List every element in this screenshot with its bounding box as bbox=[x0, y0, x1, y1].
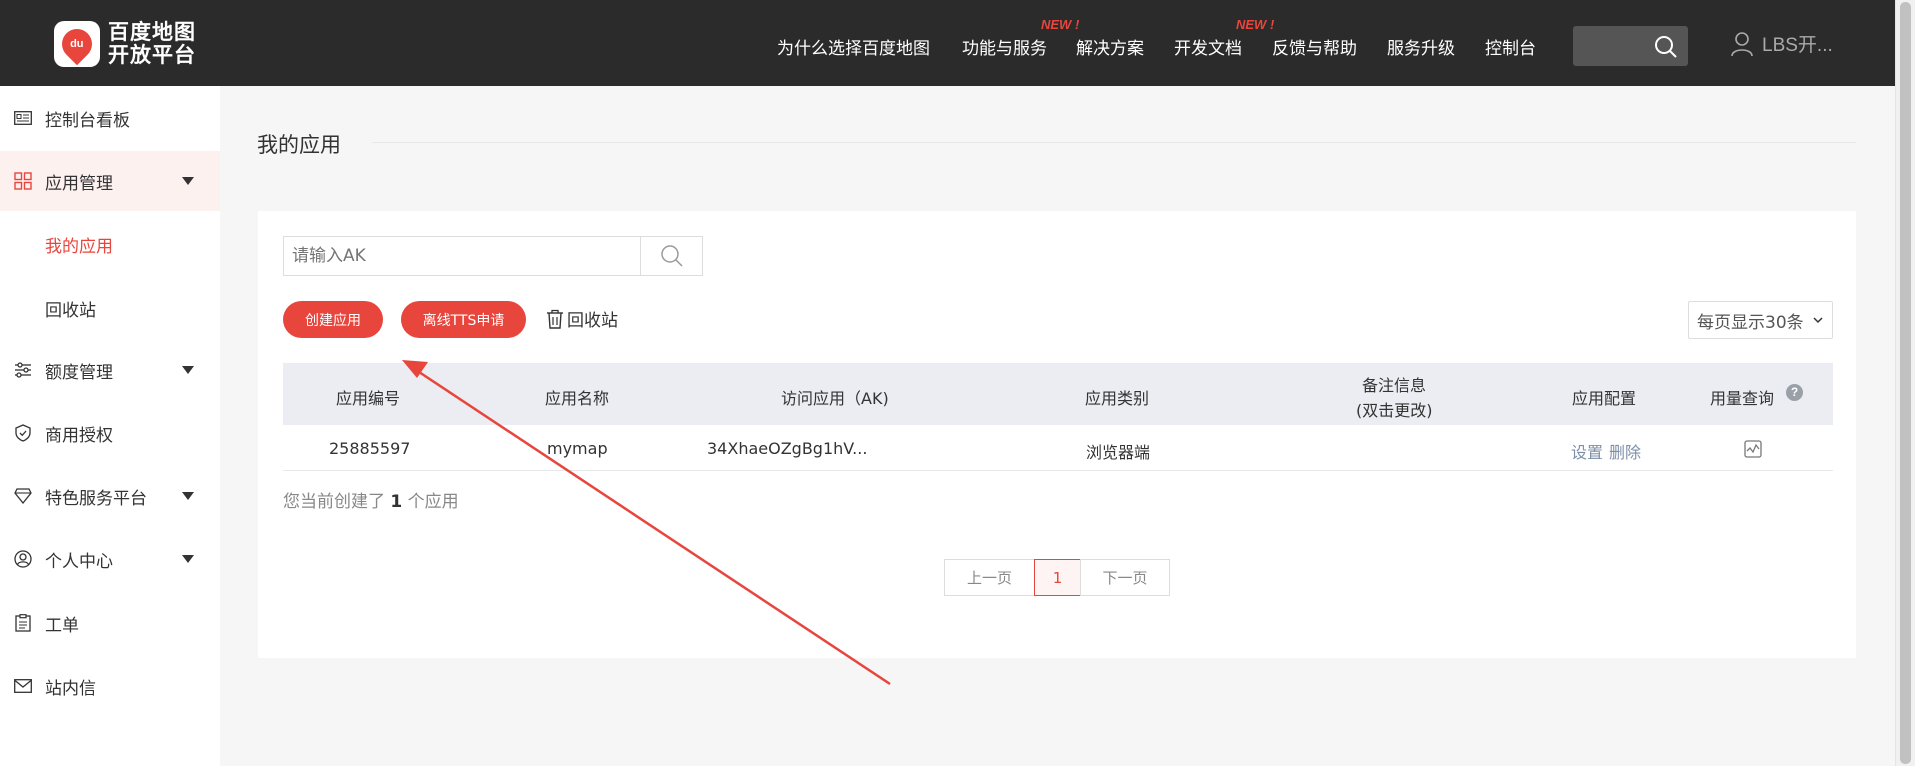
sliders-icon bbox=[14, 361, 32, 379]
nav-dev-docs[interactable]: 开发文档 bbox=[1174, 34, 1242, 59]
sidebar-item-label: 应用管理 bbox=[45, 173, 113, 194]
sidebar-item-featured-services[interactable]: 特色服务平台 bbox=[0, 466, 220, 526]
caret-down-icon bbox=[182, 366, 194, 374]
user-menu[interactable]: LBS开... bbox=[1730, 30, 1833, 57]
dashboard-card-icon bbox=[14, 109, 32, 127]
cell-app-name: mymap bbox=[547, 439, 608, 458]
sidebar-item-inbox[interactable]: 站内信 bbox=[0, 656, 220, 716]
app-settings-link[interactable]: 设置 bbox=[1571, 439, 1603, 463]
prev-page-button[interactable]: 上一页 bbox=[944, 559, 1035, 596]
nav-new-badge: NEW ! bbox=[1041, 17, 1080, 32]
usage-chart-icon[interactable] bbox=[1744, 440, 1762, 462]
recycle-bin-label: 回收站 bbox=[567, 311, 618, 331]
col-access-ak: 访问应用（AK) bbox=[781, 389, 889, 408]
next-page-button[interactable]: 下一页 bbox=[1080, 559, 1170, 596]
logo-line-2: 开放平台 bbox=[108, 43, 196, 67]
col-notes: 备注信息 bbox=[1362, 376, 1427, 395]
trash-icon bbox=[547, 309, 563, 329]
nav-console[interactable]: 控制台 bbox=[1485, 34, 1536, 59]
logo-pin-icon: du bbox=[54, 21, 100, 67]
diamond-icon bbox=[14, 487, 32, 505]
title-divider bbox=[372, 142, 1856, 143]
per-page-value: 每页显示30条 bbox=[1697, 312, 1804, 333]
offline-tts-apply-button[interactable]: 离线TTS申请 bbox=[401, 301, 526, 338]
ak-search-input[interactable] bbox=[283, 236, 641, 276]
nav-service-upgrade[interactable]: 服务升级 bbox=[1387, 34, 1455, 59]
sidebar-item-label: 额度管理 bbox=[45, 362, 113, 383]
sidebar-item-label: 商用授权 bbox=[45, 425, 113, 446]
sidebar-item-dashboard[interactable]: 控制台看板 bbox=[0, 88, 220, 148]
clipboard-icon bbox=[14, 614, 32, 632]
create-app-button[interactable]: 创建应用 bbox=[283, 301, 383, 338]
nav-why-baidu-map[interactable]: 为什么选择百度地图 bbox=[777, 34, 930, 59]
col-notes-hint: (双击更改) bbox=[1356, 401, 1433, 420]
summary-prefix: 您当前创建了 bbox=[283, 492, 385, 512]
col-usage-query: 用量查询 bbox=[1710, 389, 1775, 408]
recycle-bin-button[interactable]: 回收站 bbox=[546, 306, 618, 331]
nav-feedback-help[interactable]: 反馈与帮助 bbox=[1272, 34, 1357, 59]
sidebar-item-label: 个人中心 bbox=[45, 551, 113, 572]
baidu-map-logo[interactable]: du 百度地图 开放平台 bbox=[54, 20, 202, 68]
sidebar-item-commercial-license[interactable]: 商用授权 bbox=[0, 403, 220, 463]
per-page-select[interactable]: 每页显示30条 bbox=[1688, 301, 1833, 339]
caret-down-icon bbox=[182, 492, 194, 500]
cell-app-ak[interactable]: 34XhaeOZgBg1hV... bbox=[707, 439, 867, 458]
nav-solutions[interactable]: 解决方案 bbox=[1076, 34, 1144, 59]
ak-search-button[interactable] bbox=[641, 236, 703, 276]
caret-down-icon bbox=[182, 177, 194, 185]
sidebar-item-label: 特色服务平台 bbox=[45, 488, 147, 509]
search-icon[interactable] bbox=[1654, 35, 1678, 59]
col-app-config: 应用配置 bbox=[1572, 389, 1637, 408]
cell-app-id: 25885597 bbox=[329, 439, 411, 458]
page-scrollbar[interactable] bbox=[1895, 0, 1915, 766]
user-circle-icon bbox=[14, 550, 32, 568]
shield-check-icon bbox=[14, 424, 32, 442]
col-app-name: 应用名称 bbox=[545, 389, 610, 408]
sidebar-item-app-management[interactable]: 应用管理 bbox=[0, 151, 220, 211]
mail-icon bbox=[14, 677, 32, 695]
help-icon[interactable]: ? bbox=[1786, 384, 1803, 401]
col-app-category: 应用类别 bbox=[1085, 389, 1150, 408]
col-app-id: 应用编号 bbox=[336, 389, 401, 408]
chevron-down-icon bbox=[1813, 317, 1823, 324]
nav-features-services[interactable]: 功能与服务 bbox=[962, 34, 1047, 59]
sidebar-subitem-my-apps[interactable]: 我的应用 bbox=[45, 232, 113, 257]
nav-new-badge: NEW ! bbox=[1236, 17, 1275, 32]
sidebar-item-tickets[interactable]: 工单 bbox=[0, 593, 220, 653]
page-title: 我的应用 bbox=[257, 133, 341, 157]
sidebar-subitem-recycle-bin[interactable]: 回收站 bbox=[45, 296, 96, 321]
logo-mark-text: du bbox=[70, 38, 84, 51]
page-number-current[interactable]: 1 bbox=[1034, 559, 1081, 596]
logo-line-1: 百度地图 bbox=[108, 20, 196, 44]
sidebar-item-label: 工单 bbox=[45, 615, 79, 636]
caret-down-icon bbox=[182, 555, 194, 563]
app-delete-link[interactable]: 删除 bbox=[1609, 439, 1641, 463]
search-icon bbox=[660, 245, 683, 267]
cell-app-category: 浏览器端 bbox=[1086, 443, 1151, 462]
user-name: LBS开... bbox=[1762, 35, 1833, 56]
sidebar-item-personal-center[interactable]: 个人中心 bbox=[0, 529, 220, 589]
top-navigation-bar: du 百度地图 开放平台 为什么选择百度地图 NEW ! 功能与服务 解决方案 … bbox=[0, 0, 1895, 86]
grid-icon bbox=[14, 172, 32, 190]
sidebar-item-quota[interactable]: 额度管理 bbox=[0, 340, 220, 400]
header-search[interactable] bbox=[1573, 26, 1688, 66]
user-icon bbox=[1731, 31, 1753, 56]
summary-suffix: 个应用 bbox=[407, 492, 459, 512]
logo-text: 百度地图 开放平台 bbox=[108, 21, 196, 67]
scrollbar-thumb[interactable] bbox=[1900, 2, 1911, 764]
summary-count: 1 bbox=[390, 492, 403, 512]
app-count-summary: 您当前创建了 1 个应用 bbox=[283, 487, 459, 512]
sidebar-item-label: 站内信 bbox=[45, 678, 96, 699]
sidebar-item-label: 控制台看板 bbox=[45, 110, 130, 131]
